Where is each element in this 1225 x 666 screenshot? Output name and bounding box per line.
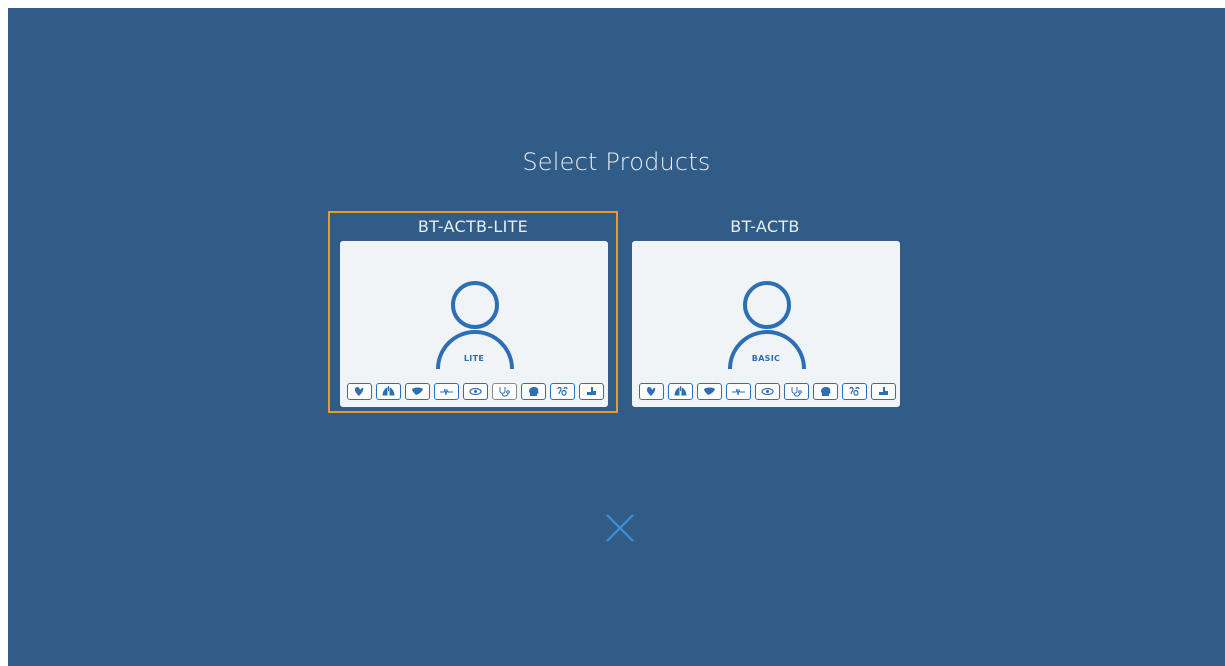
feature-icon-row <box>638 383 896 401</box>
product-name: BT-ACTB-LITE <box>417 217 529 236</box>
reproductive-icon <box>841 383 867 400</box>
eye-icon <box>754 383 780 400</box>
product-option-basic[interactable]: BT-ACTB BASIC <box>620 211 910 413</box>
stethoscope-icon <box>783 383 809 400</box>
kidney-icon <box>870 383 896 400</box>
product-card[interactable]: LITE <box>340 241 608 407</box>
heart-icon <box>346 383 372 400</box>
app-screen: Select Products BT-ACTB-LITE LITE BT-ACT… <box>8 8 1225 666</box>
lungs-icon <box>667 383 693 400</box>
head-icon <box>812 383 838 400</box>
ecg-icon <box>433 383 459 400</box>
head-icon <box>520 383 546 400</box>
liver-icon <box>696 383 722 400</box>
kidney-icon <box>578 383 604 400</box>
heart-icon <box>638 383 664 400</box>
product-card[interactable]: BASIC <box>632 241 900 407</box>
liver-icon <box>404 383 430 400</box>
page-title: Select Products <box>522 148 711 176</box>
feature-icon-row <box>346 383 604 401</box>
product-option-lite[interactable]: BT-ACTB-LITE LITE <box>328 211 618 413</box>
tier-label: BASIC <box>751 354 781 363</box>
product-name: BT-ACTB <box>730 217 800 236</box>
reproductive-icon <box>549 383 575 400</box>
ecg-icon <box>725 383 751 400</box>
eye-icon <box>462 383 488 400</box>
stethoscope-icon <box>491 383 517 400</box>
close-icon[interactable] <box>605 513 635 543</box>
lungs-icon <box>375 383 401 400</box>
tier-label: LITE <box>463 354 485 363</box>
